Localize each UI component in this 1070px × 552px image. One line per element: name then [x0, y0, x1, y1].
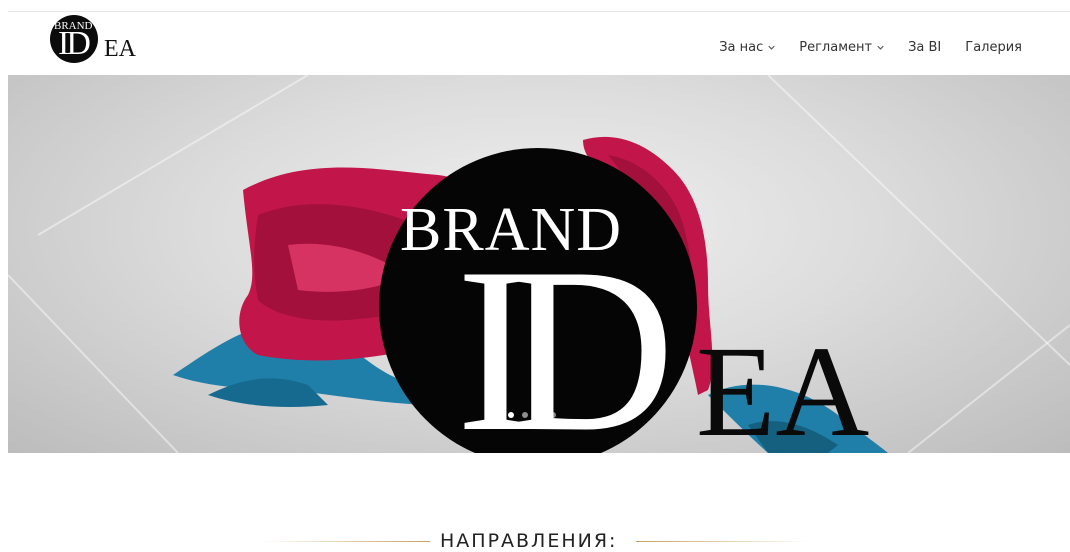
slider-dot[interactable]: [522, 412, 528, 418]
hero-logo-id-text: ID: [456, 220, 675, 454]
nav-item-rules[interactable]: Регламент: [799, 40, 884, 55]
slider-dot[interactable]: [508, 412, 514, 418]
slider-dot[interactable]: [550, 412, 556, 418]
nav-item-label: За BI: [908, 40, 942, 55]
heading-divider-left: [262, 541, 430, 542]
nav-item-gallery[interactable]: Галерия: [965, 40, 1022, 55]
hero-logo-ea-text: EA: [696, 320, 870, 453]
slider-dot[interactable]: [536, 412, 542, 418]
hero-slider: BRAND ID EA: [8, 75, 1070, 453]
nav-item-about[interactable]: За нас: [719, 40, 775, 55]
chevron-down-icon: [768, 45, 775, 50]
logo-id-text: ID: [58, 25, 91, 62]
nav-item-label: За нас: [719, 40, 764, 55]
slider-pagination: [508, 412, 556, 418]
chevron-down-icon: [877, 45, 884, 50]
main-nav: За нас Регламент За BI Галерия: [719, 40, 1022, 55]
nav-item-label: Галерия: [965, 40, 1022, 55]
logo-ea-text: EA: [104, 36, 136, 62]
nav-item-about-bi[interactable]: За BI: [908, 40, 941, 55]
hero-brand-logo: BRAND ID EA: [8, 75, 1070, 453]
nav-item-label: Регламент: [799, 40, 873, 55]
site-logo[interactable]: BRAND ID EA: [50, 15, 150, 65]
directions-heading: НАПРАВЛЕНИЯ:: [0, 527, 1070, 552]
site-header: BRAND ID EA За нас Регламент За BI Галер…: [0, 12, 1070, 75]
heading-divider-right: [636, 541, 808, 542]
